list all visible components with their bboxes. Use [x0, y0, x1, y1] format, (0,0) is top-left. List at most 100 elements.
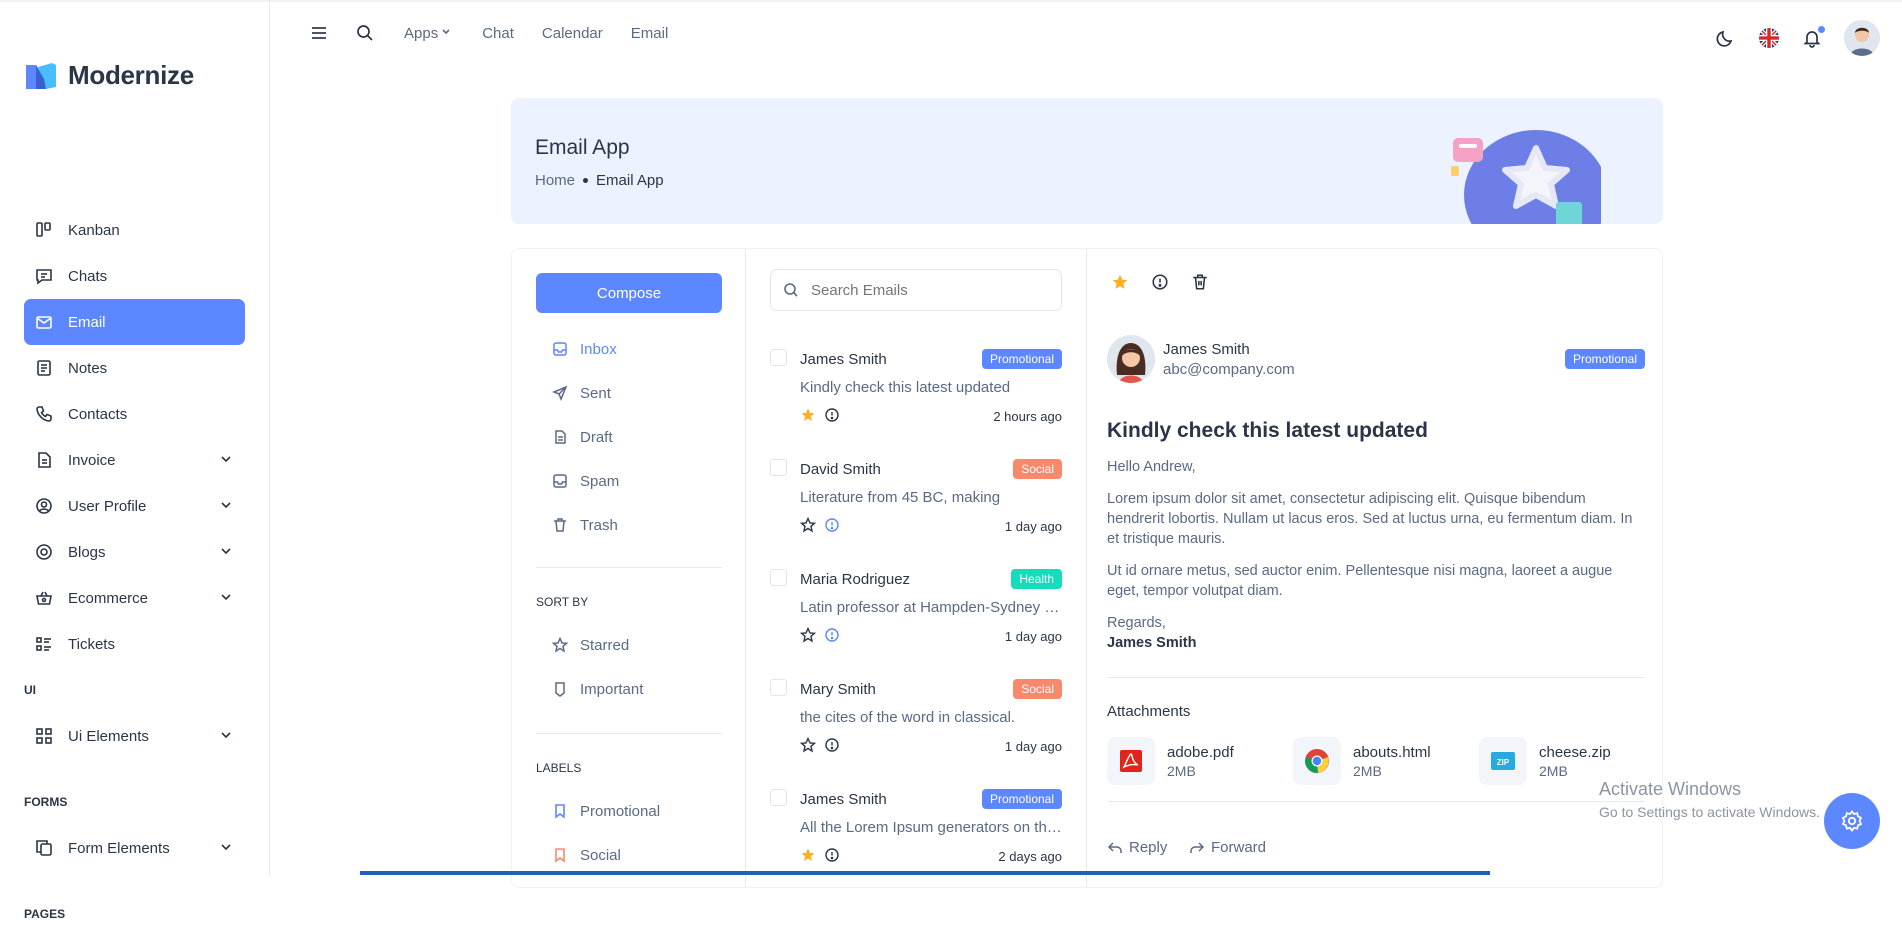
label-text: Social	[580, 846, 621, 864]
mail-item[interactable]: Mary Smith Social the cites of the word …	[770, 677, 1062, 787]
alert-circle-icon[interactable]	[824, 847, 840, 863]
star-icon	[552, 637, 568, 653]
alert-circle-icon[interactable]	[824, 407, 840, 423]
sidebar-item-contacts[interactable]: Contacts	[24, 391, 245, 437]
apps-dropdown[interactable]: Apps	[404, 25, 452, 42]
alert-circle-icon[interactable]	[824, 517, 840, 533]
sidebar-item-label: Form Elements	[68, 839, 170, 857]
reply-button[interactable]: Reply	[1107, 839, 1167, 856]
phone-icon	[34, 404, 54, 424]
alert-circle-icon[interactable]	[824, 627, 840, 643]
header-link-calendar[interactable]: Calendar	[542, 25, 603, 42]
breadcrumb-home[interactable]: Home	[535, 172, 575, 189]
star-icon[interactable]	[800, 517, 816, 533]
label-social[interactable]: Social	[552, 843, 621, 867]
star-icon[interactable]	[800, 737, 816, 753]
sidebar-item-user-profile[interactable]: User Profile	[24, 483, 245, 529]
copy-icon	[34, 838, 54, 858]
folder-label: Spam	[580, 472, 620, 490]
sidebar-item-label: Ui Elements	[68, 727, 149, 745]
mail-actions	[800, 847, 840, 863]
forward-button[interactable]: Forward	[1189, 839, 1266, 856]
folder-draft[interactable]: Draft	[552, 425, 613, 449]
trash-icon[interactable]	[1191, 273, 1209, 291]
uk-flag-icon[interactable]	[1758, 27, 1780, 49]
star-filled-icon[interactable]	[800, 847, 816, 863]
mail-item[interactable]: David Smith Social Literature from 45 BC…	[770, 457, 1062, 567]
search-icon[interactable]	[356, 24, 374, 42]
star-filled-icon[interactable]	[800, 407, 816, 423]
apps-label: Apps	[404, 24, 439, 42]
moon-icon[interactable]	[1716, 28, 1736, 48]
mail-checkbox[interactable]	[770, 679, 787, 696]
divider	[536, 567, 722, 568]
chevron-down-icon	[219, 590, 233, 608]
blog-icon	[34, 542, 54, 562]
alert-circle-icon[interactable]	[1151, 273, 1169, 291]
mail-badge: Social	[1013, 459, 1062, 479]
sender-avatar	[1107, 335, 1155, 383]
folder-spam[interactable]: Spam	[552, 469, 619, 493]
page-title: Email App	[535, 136, 630, 159]
important-icon	[552, 681, 568, 697]
mail-item[interactable]: Maria Rodriguez Health Latin professor a…	[770, 567, 1062, 677]
brand[interactable]: Modernize	[24, 60, 194, 91]
sidebar-item-tickets[interactable]: Tickets	[24, 621, 245, 667]
reply-icon	[1107, 840, 1123, 856]
mail-actions	[800, 737, 840, 753]
mail-icon	[34, 312, 54, 332]
mail-checkbox[interactable]	[770, 349, 787, 366]
header-link-email[interactable]: Email	[631, 25, 669, 42]
mail-item[interactable]: James Smith Promotional All the Lorem Ip…	[770, 787, 1062, 897]
attachment-item[interactable]: ZIP cheese.zip 2MB	[1479, 737, 1611, 785]
sidebar-item-kanban[interactable]: Kanban	[24, 207, 245, 253]
mail-actions	[800, 627, 840, 643]
sidebar-item-notes[interactable]: Notes	[24, 345, 245, 391]
sidebar-item-label: Blogs	[68, 543, 106, 561]
sidebar-item-label: Contacts	[68, 405, 128, 423]
search-box[interactable]	[770, 269, 1062, 311]
sidebar-item-ui-elements[interactable]: Ui Elements	[24, 713, 245, 759]
sidebar-item-chats[interactable]: Chats	[24, 253, 245, 299]
mail-checkbox[interactable]	[770, 789, 787, 806]
chevron-down-icon	[442, 28, 450, 34]
mail-item[interactable]: James Smith Promotional Kindly check thi…	[770, 347, 1062, 457]
sidebar-item-blogs[interactable]: Blogs	[24, 529, 245, 575]
label-promotional[interactable]: Promotional	[552, 799, 660, 823]
user-avatar[interactable]	[1844, 20, 1880, 56]
folder-inbox[interactable]: Inbox	[552, 337, 617, 361]
filter-starred[interactable]: Starred	[552, 633, 629, 657]
folder-sent[interactable]: Sent	[552, 381, 611, 405]
mail-badge: Promotional	[1564, 349, 1645, 369]
mail-paragraph: Lorem ipsum dolor sit amet, consectetur …	[1107, 491, 1633, 547]
bell-icon[interactable]	[1802, 26, 1825, 48]
search-input[interactable]	[811, 281, 1041, 299]
bookmark-icon	[552, 803, 568, 819]
mail-actions	[800, 517, 840, 533]
sidebar-section-ui: UI	[24, 683, 36, 697]
attachment-item[interactable]: adobe.pdf 2MB	[1107, 737, 1234, 785]
filter-label: Important	[580, 680, 644, 698]
sidebar-item-invoice[interactable]: Invoice	[24, 437, 245, 483]
taskbar-edge	[360, 871, 1490, 875]
ticket-list-icon	[34, 634, 54, 654]
sidebar-item-ecommerce[interactable]: Ecommerce	[24, 575, 245, 621]
settings-fab-button[interactable]	[1824, 793, 1880, 849]
filter-important[interactable]: Important	[552, 677, 643, 701]
mail-time: 1 day ago	[1004, 629, 1062, 644]
sidebar-item-label: User Profile	[68, 497, 147, 515]
menu-icon[interactable]	[310, 24, 328, 42]
header-link-chat[interactable]: Chat	[482, 25, 514, 42]
mail-checkbox[interactable]	[770, 459, 787, 476]
mail-checkbox[interactable]	[770, 569, 787, 586]
folder-trash[interactable]: Trash	[552, 513, 618, 537]
banner-illustration	[1441, 120, 1608, 224]
star-icon[interactable]	[800, 627, 816, 643]
alert-circle-icon[interactable]	[824, 737, 840, 753]
star-filled-icon[interactable]	[1111, 273, 1129, 291]
compose-button[interactable]: Compose	[536, 273, 722, 313]
sidebar-item-email[interactable]: Email	[24, 299, 245, 345]
sidebar-item-form-elements[interactable]: Form Elements	[24, 825, 245, 871]
mail-subject: Literature from 45 BC, making	[800, 489, 1001, 506]
attachment-item[interactable]: abouts.html 2MB	[1293, 737, 1431, 785]
